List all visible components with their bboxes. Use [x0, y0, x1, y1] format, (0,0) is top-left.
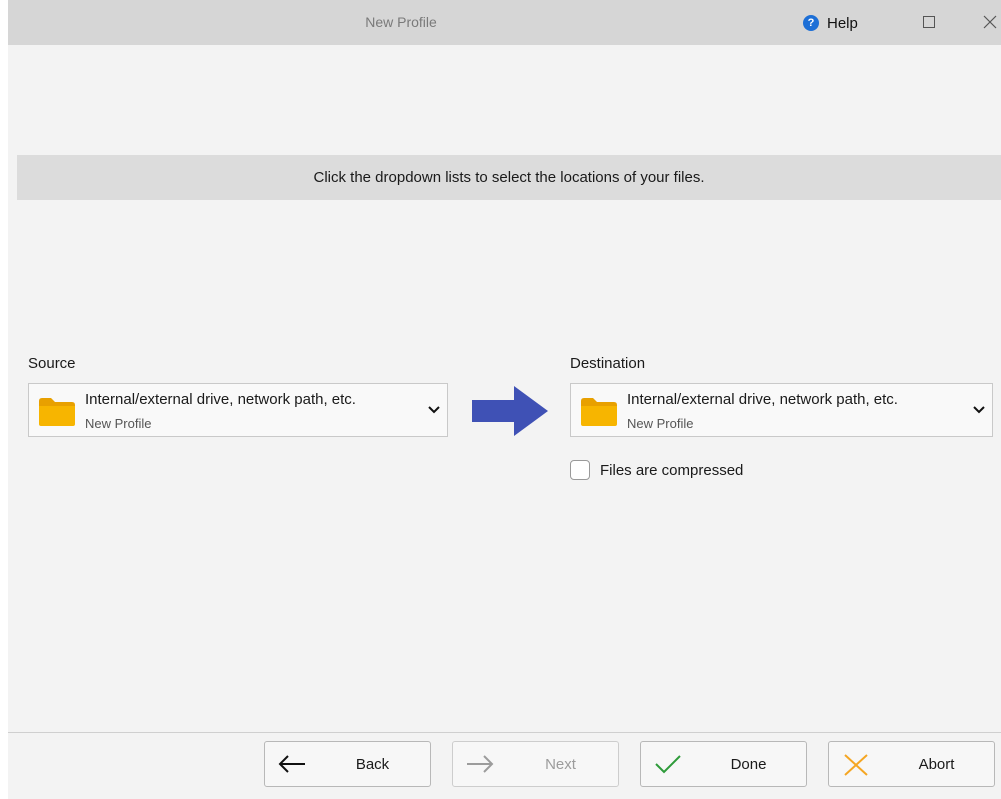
- back-label: Back: [355, 756, 390, 773]
- next-button[interactable]: Next: [452, 741, 619, 787]
- compressed-label: Files are compressed: [600, 461, 744, 479]
- abort-label: Abort: [918, 756, 955, 773]
- maximize-button[interactable]: [919, 12, 939, 32]
- source-main-text: Internal/external drive, network path, e…: [85, 391, 356, 408]
- source-sub-text: New Profile: [85, 416, 152, 431]
- done-button[interactable]: Done: [640, 741, 807, 787]
- destination-main-text: Internal/external drive, network path, e…: [627, 391, 898, 408]
- back-button[interactable]: Back: [264, 741, 431, 787]
- help-label: Help: [827, 14, 858, 32]
- checkmark-icon: [655, 755, 681, 774]
- arrow-left-icon: [278, 755, 305, 773]
- window-title: New Profile: [365, 14, 437, 30]
- done-label: Done: [730, 756, 767, 773]
- arrow-right-icon: [472, 386, 548, 436]
- arrow-right-icon: [467, 755, 494, 773]
- window-left-edge: [0, 0, 8, 799]
- help-button[interactable]: ? Help: [803, 12, 858, 34]
- folder-icon: [39, 398, 75, 426]
- title-bar: New Profile ? Help: [8, 0, 1001, 45]
- abort-button[interactable]: Abort: [828, 741, 995, 787]
- source-label: Source: [28, 355, 76, 372]
- maximize-icon: [923, 16, 935, 28]
- destination-sub-text: New Profile: [627, 416, 694, 431]
- x-icon: [844, 754, 868, 776]
- destination-dropdown[interactable]: Internal/external drive, network path, e…: [570, 383, 993, 437]
- instruction-text: Click the dropdown lists to select the l…: [313, 169, 705, 186]
- destination-label: Destination: [570, 355, 646, 372]
- next-label: Next: [545, 756, 576, 773]
- compressed-checkbox[interactable]: [570, 460, 590, 480]
- close-button[interactable]: [980, 12, 1000, 32]
- compressed-option[interactable]: Files are compressed: [570, 460, 743, 480]
- footer-divider: [8, 732, 1001, 733]
- chevron-down-icon: [973, 406, 985, 414]
- folder-icon: [581, 398, 617, 426]
- close-icon: [983, 15, 997, 29]
- source-dropdown[interactable]: Internal/external drive, network path, e…: [28, 383, 448, 437]
- help-icon: ?: [803, 15, 819, 31]
- chevron-down-icon: [428, 406, 440, 414]
- instruction-banner: Click the dropdown lists to select the l…: [17, 155, 1001, 200]
